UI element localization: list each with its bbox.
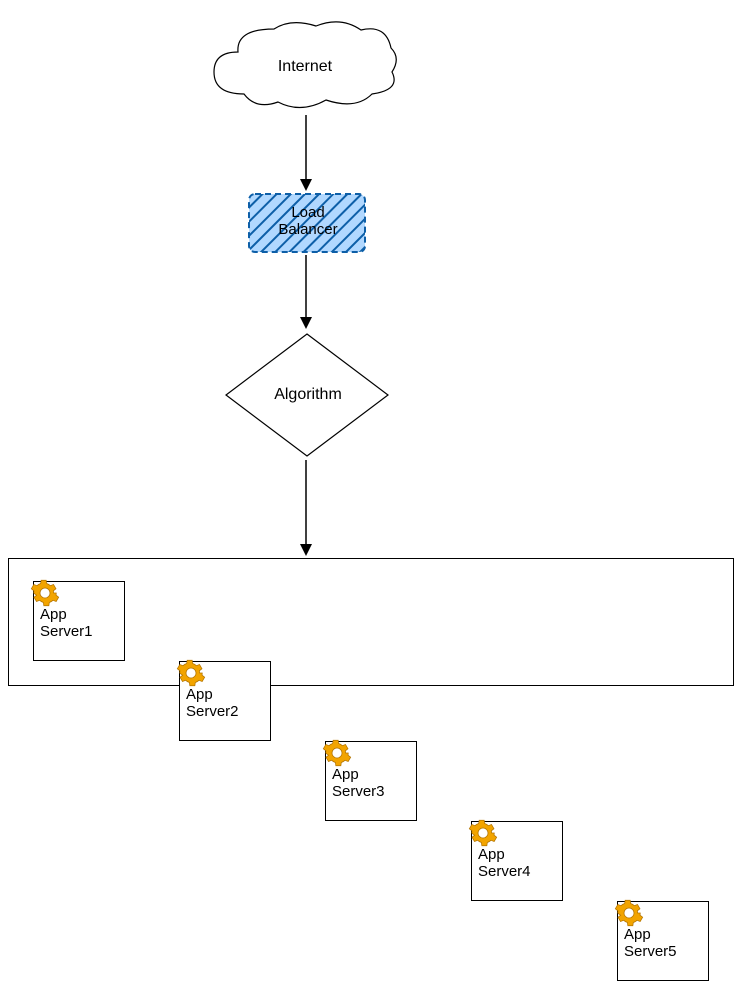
server-app-3: App	[332, 766, 359, 783]
arrow-algo-pool	[296, 460, 316, 560]
server-host-2: Server2	[186, 703, 239, 720]
app-server-2: AppServer2	[179, 661, 271, 741]
server-app-5: App	[624, 926, 651, 943]
internet-label: Internet	[270, 58, 340, 76]
algorithm-label: Algorithm	[265, 386, 351, 404]
server-host-3: Server3	[332, 783, 385, 800]
server-app-4: App	[478, 846, 505, 863]
arrow-lb-algo	[296, 255, 316, 333]
gear-icon	[176, 658, 206, 688]
app-server-4: AppServer4	[471, 821, 563, 901]
app-server-3: AppServer3	[325, 741, 417, 821]
app-server-1: AppServer1	[33, 581, 125, 661]
gear-icon	[614, 898, 644, 928]
app-server-5: AppServer5	[617, 901, 709, 981]
gear-icon	[30, 578, 60, 608]
arrow-internet-lb	[296, 115, 316, 195]
gear-icon	[468, 818, 498, 848]
server-host-4: Server4	[478, 863, 531, 880]
server-app-1: App	[40, 606, 67, 623]
server-host-5: Server5	[624, 943, 677, 960]
gear-icon	[322, 738, 352, 768]
server-pool: AppServer1 AppServer2 AppServer3 AppServ…	[8, 558, 734, 686]
server-host-1: Server1	[40, 623, 93, 640]
server-app-2: App	[186, 686, 213, 703]
load-balancer-label: LoadBalancer	[258, 204, 358, 239]
